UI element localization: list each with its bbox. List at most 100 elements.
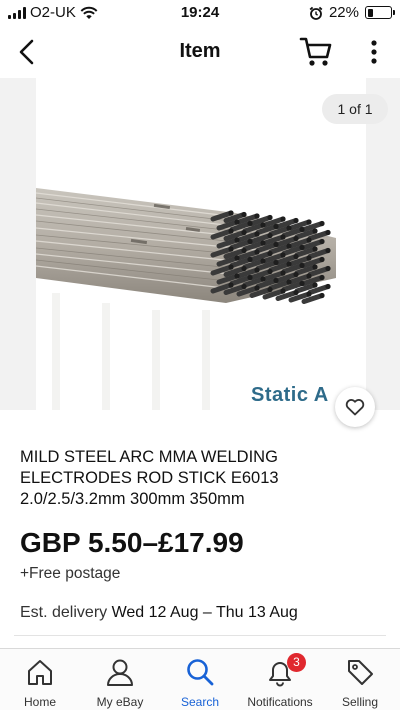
watch-button[interactable] <box>335 387 375 427</box>
tab-my-ebay-label: My eBay <box>96 695 144 709</box>
rod-tip-end <box>293 235 299 242</box>
rod-tip-end <box>280 216 286 222</box>
rod-tip-end <box>299 226 305 233</box>
rod-tip-end <box>286 261 292 267</box>
rod-tip-end <box>254 285 260 291</box>
rod-tip-end <box>286 279 292 285</box>
rod-tip-end <box>241 247 247 254</box>
rod-tip-end <box>293 289 299 296</box>
battery-fill <box>367 8 373 17</box>
tab-my-ebay[interactable]: My eBay <box>80 649 160 710</box>
rod-tip-end <box>260 276 266 282</box>
rod-tip-end <box>234 219 240 225</box>
rod-tip-end <box>228 264 234 270</box>
rod-tip-end <box>254 231 260 237</box>
rod-tip-end <box>280 252 286 258</box>
product-photo[interactable]: Static A <box>36 78 366 410</box>
rod-tip-end <box>280 288 286 294</box>
status-bar: O2-UK 19:24 22% <box>0 0 400 26</box>
rod-tip-end <box>247 274 253 281</box>
rod-tip-end <box>299 280 305 287</box>
more-options-button[interactable] <box>362 38 386 66</box>
rod-tip-end <box>260 222 266 228</box>
rod-tip-end <box>293 217 299 224</box>
home-icon <box>28 660 52 685</box>
rod-tip-end <box>319 238 325 245</box>
rod-tip-end <box>325 229 331 236</box>
rod-tip-end <box>254 249 260 255</box>
delivery-estimate: Est. delivery Wed 12 Aug – Thu 13 Aug <box>20 604 298 622</box>
rod-tip-end <box>267 214 273 221</box>
rod-tip-end <box>306 237 312 243</box>
more-icon <box>371 40 377 64</box>
rod-tip-end <box>286 225 292 231</box>
rod-tip-end <box>241 283 247 290</box>
rod-tip-end <box>241 211 247 218</box>
rod-tip-end <box>319 256 325 263</box>
rod-tip-end <box>267 268 273 275</box>
tag-icon <box>348 660 373 685</box>
rod-tip-end <box>319 292 325 299</box>
rod-tip-end <box>267 232 273 239</box>
notification-badge: 3 <box>287 653 306 672</box>
image-counter: 1 of 1 <box>322 94 388 124</box>
rod-tip-end <box>293 271 299 278</box>
tab-notifications-label: Notifications <box>247 695 313 709</box>
tab-bar: Home My eBay Search 3 Notifications Sell… <box>0 648 400 710</box>
tab-notifications[interactable]: 3 Notifications <box>240 649 320 710</box>
tab-home[interactable]: Home <box>0 649 80 710</box>
rod-tip-end <box>306 291 312 297</box>
delivery-label: Est. delivery <box>20 604 108 621</box>
rod-tip-end <box>299 244 305 251</box>
rod-tip-end <box>306 255 312 261</box>
heart-icon <box>345 399 365 416</box>
rod-tip-end <box>319 220 325 227</box>
rod-tip-end <box>312 228 318 234</box>
price: GBP 5.50–£17.99 <box>20 527 244 558</box>
rod-tip-end <box>299 262 305 269</box>
rod-tip-end <box>273 223 279 230</box>
rod-tip-end <box>267 286 273 293</box>
rod-tip-end <box>260 240 266 246</box>
delivery-dates: Wed 12 Aug – Thu 13 Aug <box>111 604 298 621</box>
rod-tip-end <box>228 228 234 234</box>
rod-tip-end <box>234 237 240 243</box>
rod-tip-end <box>247 238 253 245</box>
rod-tip-end <box>273 241 279 248</box>
rod-tip-end <box>293 253 299 260</box>
image-gallery[interactable]: Static A 1 of 1 <box>0 78 400 410</box>
rod-tip-end <box>241 229 247 236</box>
rod-tip-end <box>325 265 331 272</box>
rod-tip-end <box>247 220 253 227</box>
rod-tip-end <box>280 234 286 240</box>
cart-button[interactable] <box>299 36 333 68</box>
rod-tip-end <box>241 265 247 272</box>
rod-tip-end <box>280 270 286 276</box>
rod-tip-end <box>247 256 253 263</box>
rod-tip-end <box>319 274 325 281</box>
battery-icon <box>365 6 395 19</box>
rod-tip-end <box>325 247 331 254</box>
rod-tip-end <box>254 213 260 219</box>
welding-rods-image <box>36 188 336 410</box>
search-icon <box>187 659 214 686</box>
watermark: Static A <box>251 384 329 406</box>
navigation-bar: Item <box>0 26 400 78</box>
rod-tip-end <box>306 219 312 225</box>
person-icon <box>107 659 133 686</box>
tab-home-label: Home <box>23 695 56 709</box>
battery-percent: 22% <box>328 4 359 21</box>
rod-tip-end <box>234 273 240 279</box>
page-title: Item <box>179 40 221 62</box>
cart-icon <box>299 37 332 66</box>
tab-search[interactable]: Search <box>160 649 240 710</box>
alarm-icon <box>309 6 323 20</box>
rod-tip-end <box>228 210 234 216</box>
rod-tip-end <box>312 282 318 288</box>
tab-selling[interactable]: Selling <box>320 649 400 710</box>
rod-tip-end <box>273 259 279 266</box>
rod-tip-end <box>312 264 318 270</box>
rod-tip-end <box>260 258 266 264</box>
listing-title: MILD STEEL ARC MMA WELDING ELECTRODES RO… <box>20 448 279 508</box>
rod-tip-end <box>286 243 292 249</box>
